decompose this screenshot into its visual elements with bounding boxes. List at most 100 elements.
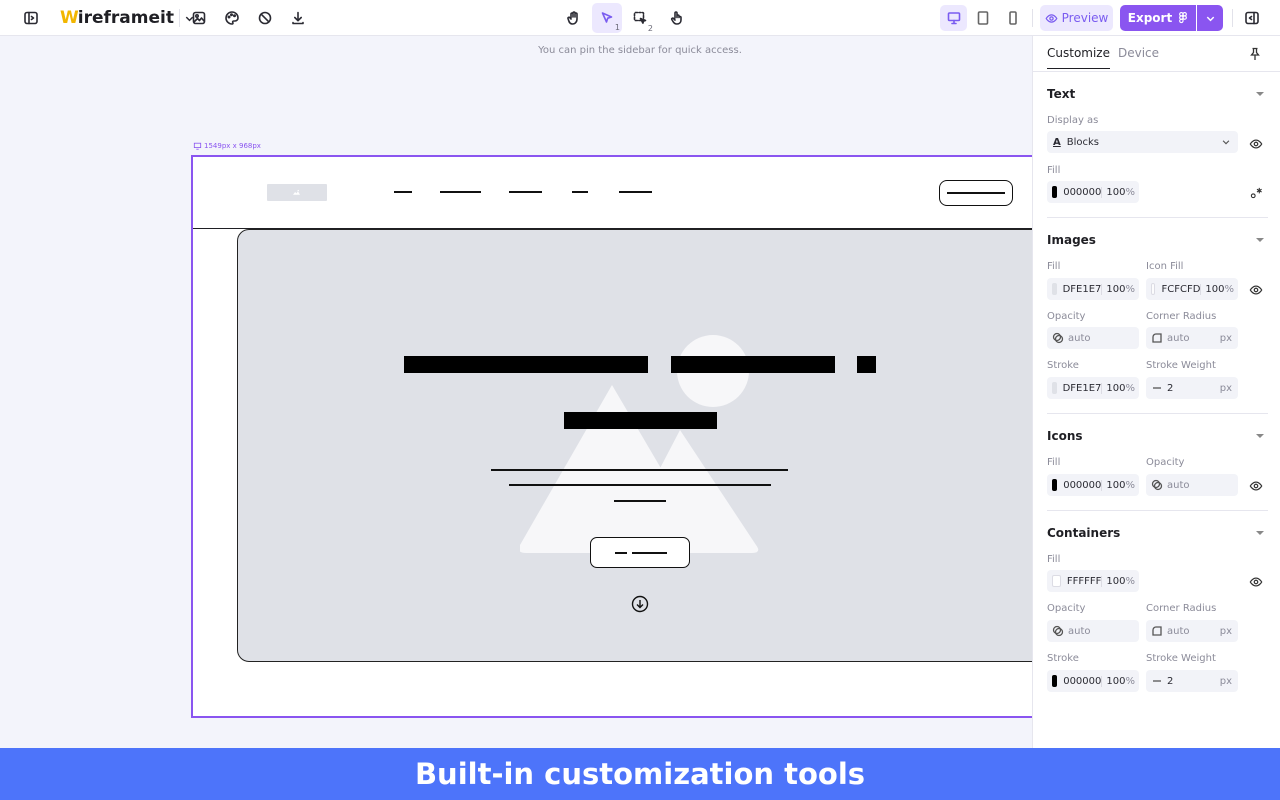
containers-fill-input[interactable]: FFFFFF 100% [1047, 570, 1139, 592]
nav-link[interactable] [509, 191, 542, 193]
images-icon-fill-opacity[interactable]: 100% [1200, 283, 1238, 295]
color-swatch[interactable] [1052, 186, 1058, 198]
display-as-label: Display as [1047, 115, 1099, 126]
images-icon-fill-hex[interactable]: FCFCFD [1161, 284, 1200, 295]
button-text-line [615, 552, 627, 554]
images-stroke-input[interactable]: DFE1E7 100% [1047, 377, 1139, 399]
color-swatch[interactable] [1052, 382, 1057, 394]
icons-opacity-value[interactable]: auto [1167, 480, 1190, 491]
icons-fill-opacity[interactable]: 100% [1101, 479, 1139, 491]
toggle-right-panel-icon[interactable] [1240, 6, 1264, 30]
wireframe-header[interactable] [193, 157, 1089, 229]
images-fill-hex[interactable]: DFE1E7 [1063, 284, 1102, 295]
containers-stroke-weight-input[interactable]: 2 px [1146, 670, 1238, 692]
visibility-eye-icon[interactable] [1249, 282, 1263, 296]
desktop-device-icon[interactable] [940, 5, 967, 31]
images-opacity-label: Opacity [1047, 311, 1086, 322]
containers-corner-radius-value[interactable]: auto [1167, 626, 1190, 637]
images-stroke-weight-input[interactable]: 2 px [1146, 377, 1238, 399]
containers-opacity-value[interactable]: auto [1068, 626, 1091, 637]
icons-opacity-input[interactable]: auto [1146, 474, 1238, 496]
images-fill-opacity[interactable]: 100% [1101, 283, 1139, 295]
app-logo[interactable]: W ireframeit [60, 6, 195, 30]
block-icon[interactable] [253, 6, 277, 30]
hero-cta-button[interactable] [590, 537, 690, 568]
containers-fill-opacity[interactable]: 100% [1101, 575, 1139, 587]
toggle-sidebar-icon[interactable] [19, 6, 43, 30]
wireframe-hero[interactable] [237, 229, 1097, 662]
color-swatch[interactable] [1052, 575, 1061, 587]
color-swatch[interactable] [1052, 283, 1057, 295]
visibility-eye-icon[interactable] [1249, 136, 1263, 150]
icons-fill-input[interactable]: 000000 100% [1047, 474, 1139, 496]
collapse-caret-icon[interactable] [1256, 238, 1264, 242]
collapse-caret-icon[interactable] [1256, 531, 1264, 535]
containers-stroke-weight-value[interactable]: 2 [1167, 676, 1173, 687]
display-as-select[interactable]: A Blocks [1047, 131, 1238, 153]
multi-select-tool-icon[interactable]: 2 [628, 6, 653, 33]
images-opacity-input[interactable]: auto [1047, 327, 1139, 349]
color-swatch[interactable] [1151, 283, 1156, 295]
collapse-caret-icon[interactable] [1256, 434, 1264, 438]
text-fill-label: Fill [1047, 165, 1061, 176]
images-corner-radius-value[interactable]: auto [1167, 333, 1190, 344]
images-stroke-hex[interactable]: DFE1E7 [1063, 383, 1102, 394]
hero-heading-block [857, 356, 876, 373]
arrow-down-circle-icon[interactable] [631, 595, 649, 613]
select-tool-icon[interactable]: 1 [592, 3, 622, 33]
color-swatch[interactable] [1052, 479, 1058, 491]
palette-icon[interactable] [220, 6, 244, 30]
chevron-down-icon [1222, 140, 1230, 145]
preview-button[interactable]: Preview [1040, 5, 1113, 31]
export-options-button[interactable] [1197, 5, 1223, 31]
images-stroke-weight-value[interactable]: 2 [1167, 383, 1173, 394]
containers-stroke-input[interactable]: 000000 100% [1047, 670, 1139, 692]
text-fill-input[interactable]: 000000 100% [1047, 181, 1139, 203]
nav-link[interactable] [440, 191, 481, 193]
mobile-device-icon[interactable] [1001, 6, 1025, 30]
containers-opacity-input[interactable]: auto [1047, 620, 1139, 642]
nav-link[interactable] [619, 191, 652, 193]
image-icon[interactable] [187, 6, 211, 30]
wireframe-header-button[interactable] [939, 180, 1013, 206]
images-icon-fill-input[interactable]: FCFCFD 100% [1146, 278, 1238, 300]
hand-pan-icon[interactable] [562, 6, 586, 30]
figma-icon [1179, 12, 1188, 24]
text-fill-opacity[interactable]: 100% [1101, 186, 1139, 198]
images-opacity-value[interactable]: auto [1068, 333, 1091, 344]
visibility-eye-icon[interactable] [1249, 574, 1263, 588]
tablet-device-icon[interactable] [971, 6, 995, 30]
export-button[interactable]: Export [1120, 5, 1196, 31]
opacity-icon [1151, 479, 1163, 491]
images-fill-input[interactable]: DFE1E7 100% [1047, 278, 1139, 300]
wireframe-frame[interactable] [191, 155, 1097, 718]
section-divider [1047, 217, 1268, 218]
color-swatch[interactable] [1052, 675, 1058, 687]
section-divider [1047, 413, 1268, 414]
containers-stroke-hex[interactable]: 000000 [1063, 676, 1101, 687]
nav-link[interactable] [572, 191, 588, 193]
containers-corner-radius-input[interactable]: auto px [1146, 620, 1238, 642]
nav-link[interactable] [394, 191, 412, 193]
icons-fill-label: Fill [1047, 457, 1061, 468]
tab-device[interactable]: Device [1118, 46, 1159, 60]
monitor-icon [193, 142, 202, 150]
chevron-down-icon [1206, 16, 1214, 21]
containers-fill-label: Fill [1047, 554, 1061, 565]
collapse-caret-icon[interactable] [1256, 92, 1264, 96]
images-stroke-opacity[interactable]: 100% [1101, 382, 1139, 394]
containers-fill-hex[interactable]: FFFFFF [1067, 576, 1102, 587]
download-icon[interactable] [286, 6, 310, 30]
stroke-weight-icon [1151, 382, 1163, 394]
visibility-eye-icon[interactable] [1249, 478, 1263, 492]
style-variables-icon[interactable] [1250, 186, 1263, 199]
images-fill-label: Fill [1047, 261, 1061, 272]
pointer-hand-icon[interactable] [665, 6, 689, 30]
tab-customize[interactable]: Customize [1047, 46, 1110, 69]
containers-stroke-opacity[interactable]: 100% [1101, 675, 1139, 687]
pin-icon[interactable] [1249, 47, 1261, 61]
icons-fill-hex[interactable]: 000000 [1063, 480, 1101, 491]
images-corner-radius-input[interactable]: auto px [1146, 327, 1238, 349]
wireframe-logo-placeholder[interactable] [267, 184, 327, 201]
text-fill-hex[interactable]: 000000 [1063, 187, 1101, 198]
